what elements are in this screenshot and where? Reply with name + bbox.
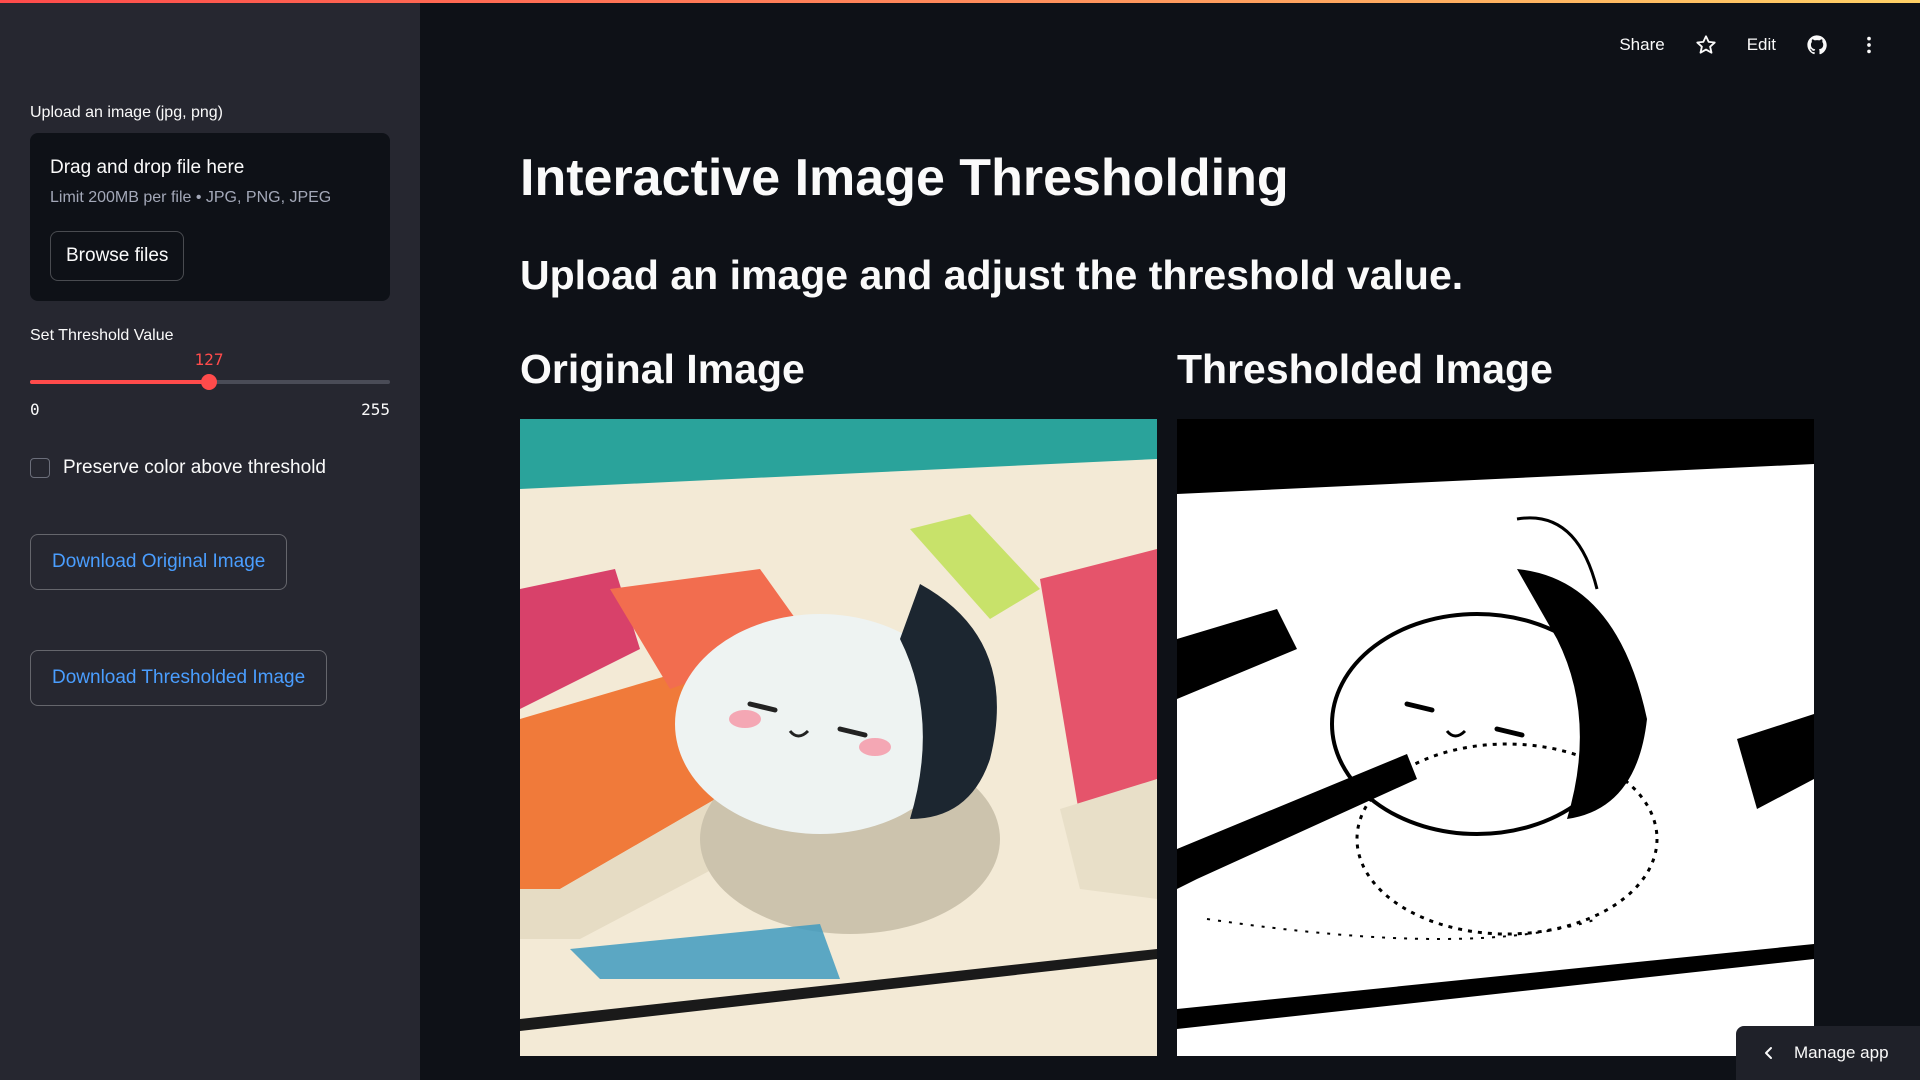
threshold-slider[interactable]: 127 0 255 [30, 350, 390, 420]
slider-current-value: 127 [194, 350, 224, 369]
thresholded-image [1177, 419, 1814, 1056]
chevron-left-icon [1765, 1047, 1772, 1059]
original-image-heading: Original Image [520, 346, 805, 392]
kebab-menu-icon[interactable] [1858, 34, 1880, 56]
dropzone-limit-text: Limit 200MB per file • JPG, PNG, JPEG [50, 189, 332, 206]
preserve-color-checkbox[interactable] [30, 458, 50, 478]
dropzone-title: Drag and drop file here [50, 157, 245, 178]
download-original-button[interactable]: Download Original Image [30, 534, 288, 590]
slider-max-label: 255 [361, 400, 390, 419]
file-dropzone[interactable]: Drag and drop file here Limit 200MB per … [30, 133, 390, 301]
slider-track[interactable] [30, 374, 390, 390]
manage-app-label: Manage app [1794, 1043, 1889, 1062]
top-decoration-bar [0, 0, 1920, 3]
star-icon[interactable] [1695, 34, 1717, 56]
browse-files-button[interactable]: Browse files [50, 231, 185, 281]
download-thresholded-button[interactable]: Download Thresholded Image [30, 650, 328, 706]
slider-thumb[interactable] [201, 374, 217, 390]
sidebar: Upload an image (jpg, png) Drag and drop… [0, 0, 420, 1080]
original-image [520, 419, 1157, 1056]
edit-button[interactable]: Edit [1747, 35, 1776, 55]
thresholded-image-heading: Thresholded Image [1177, 346, 1553, 392]
slider-fill [30, 380, 209, 384]
slider-min-label: 0 [30, 400, 40, 419]
page-subtitle: Upload an image and adjust the threshold… [520, 252, 1464, 298]
page-title: Interactive Image Thresholding [520, 149, 1289, 207]
github-icon[interactable] [1806, 34, 1828, 56]
threshold-slider-label: Set Threshold Value [30, 327, 174, 344]
share-button[interactable]: Share [1619, 35, 1664, 55]
header-toolbar: Share Edit [1589, 30, 1880, 60]
manage-app-button[interactable]: Manage app [1736, 1026, 1920, 1080]
upload-label: Upload an image (jpg, png) [30, 104, 224, 121]
preserve-color-label: Preserve color above threshold [63, 457, 326, 478]
preserve-color-checkbox-row[interactable]: Preserve color above threshold [30, 457, 326, 479]
